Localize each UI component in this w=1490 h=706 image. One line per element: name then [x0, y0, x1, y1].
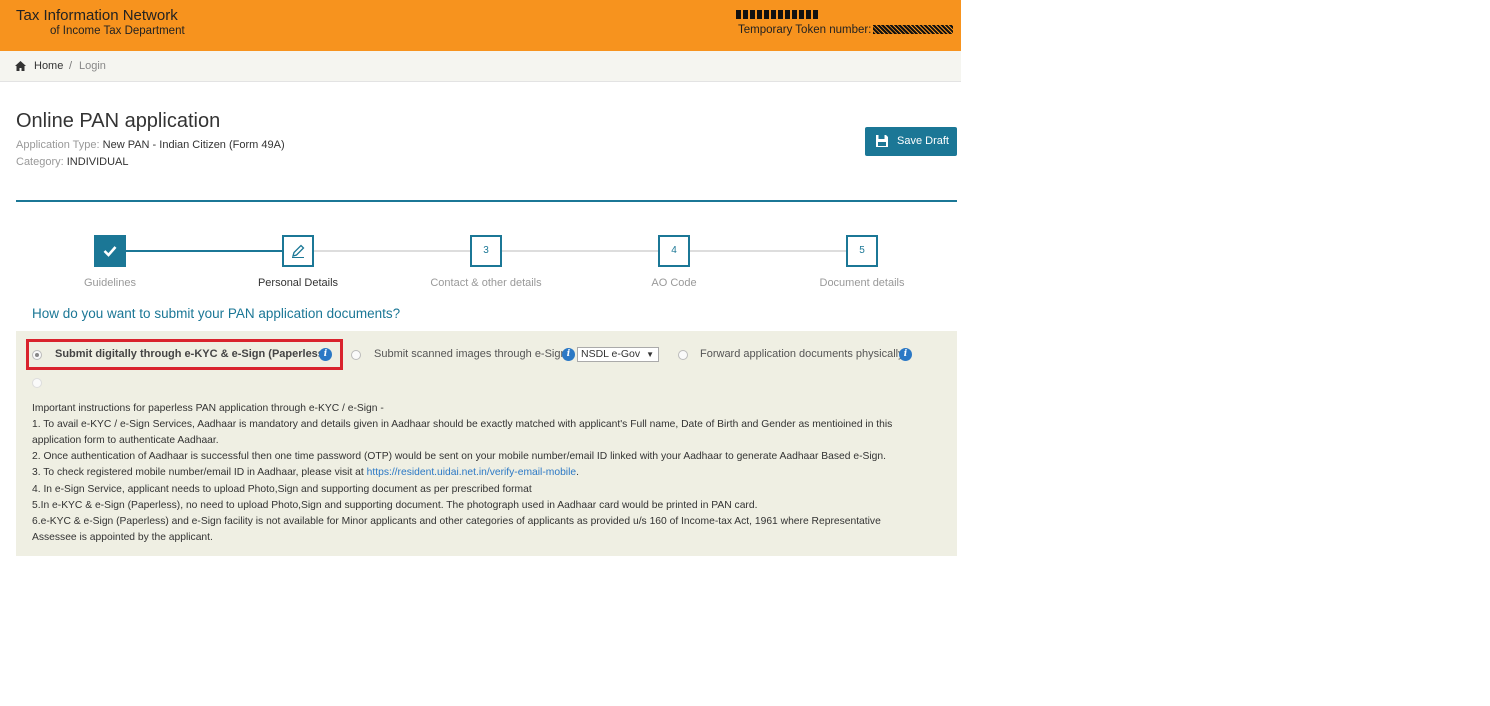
- esign-provider-value: NSDL e-Gov: [581, 348, 641, 360]
- application-type-label: Application Type:: [16, 139, 103, 151]
- instruction-line: application form to authenticate Aadhaar…: [32, 435, 219, 446]
- step-connector: [690, 250, 846, 252]
- site-header: Tax Information Network of Income Tax De…: [0, 0, 961, 51]
- category-value: INDIVIDUAL: [66, 156, 129, 168]
- pencil-icon: [292, 244, 305, 258]
- instruction-line: 6.e-KYC & e-Sign (Paperless) and e-Sign …: [32, 516, 881, 527]
- physical-forward-radio[interactable]: [678, 350, 688, 360]
- step-4-ao-code[interactable]: 4: [658, 235, 690, 267]
- save-draft-label: Save Draft: [897, 135, 949, 147]
- instruction-line: 2. Once authentication of Aadhaar is suc…: [32, 451, 886, 462]
- breadcrumb-current: Login: [79, 60, 106, 72]
- section-divider: [16, 200, 957, 202]
- info-icon[interactable]: i: [319, 348, 332, 361]
- step-3-contact[interactable]: 3: [470, 235, 502, 267]
- caret-down-icon: ▼: [646, 350, 654, 359]
- physical-forward-option-label[interactable]: Forward application documents physically: [700, 348, 904, 360]
- token-number: Temporary Token number:: [738, 24, 954, 36]
- checkmark-icon: [103, 246, 117, 257]
- esign-provider-select[interactable]: NSDL e-Gov ▼: [577, 347, 659, 362]
- category: Category: INDIVIDUAL: [16, 156, 129, 168]
- page-frame: Tax Information Network of Income Tax De…: [0, 0, 961, 706]
- step-connector: [314, 250, 470, 252]
- step-connector: [502, 250, 658, 252]
- application-type: Application Type: New PAN - Indian Citiz…: [16, 139, 285, 151]
- step-label: Contact & other details: [430, 277, 542, 289]
- step-1-guidelines[interactable]: [94, 235, 126, 267]
- instruction-line: 1. To avail e-KYC / e-Sign Services, Aad…: [32, 419, 893, 430]
- redacted-token: [873, 25, 954, 35]
- save-draft-button[interactable]: Save Draft: [865, 127, 957, 156]
- breadcrumb-home-link[interactable]: Home: [34, 60, 63, 72]
- breadcrumb-separator: /: [69, 60, 73, 72]
- instruction-text: .: [576, 467, 579, 478]
- extra-radio[interactable]: [32, 378, 42, 388]
- info-icon[interactable]: i: [562, 348, 575, 361]
- ekyc-esign-radio[interactable]: [32, 350, 42, 360]
- uidai-verify-link[interactable]: https://resident.uidai.net.in/verify-ema…: [367, 467, 576, 478]
- step-label: AO Code: [651, 277, 697, 289]
- instruction-line: 3. To check registered mobile number/ema…: [32, 467, 579, 478]
- submission-question: How do you want to submit your PAN appli…: [32, 306, 401, 321]
- info-icon[interactable]: i: [899, 348, 912, 361]
- instructions-heading: Important instructions for paperless PAN…: [32, 403, 384, 414]
- home-icon[interactable]: [15, 61, 26, 71]
- step-connector-done: [126, 250, 282, 252]
- step-2-personal-details[interactable]: [282, 235, 314, 267]
- breadcrumb: Home / Login: [0, 51, 961, 82]
- scanned-esign-radio[interactable]: [351, 350, 361, 360]
- redacted-bar: [736, 10, 818, 19]
- floppy-disk-icon: [876, 135, 888, 147]
- step-label: Personal Details: [257, 277, 339, 289]
- step-5-documents[interactable]: 5: [846, 235, 878, 267]
- instruction-line: 4. In e-Sign Service, applicant needs to…: [32, 484, 532, 495]
- category-label: Category:: [16, 156, 67, 168]
- instruction-line: Assessee is appointed by the applicant.: [32, 532, 213, 543]
- scanned-esign-option-label[interactable]: Submit scanned images through e-Sign: [374, 348, 567, 360]
- ekyc-esign-option-label[interactable]: Submit digitally through e-KYC & e-Sign …: [55, 348, 328, 360]
- page-title: Online PAN application: [16, 110, 221, 132]
- brand-subtitle: of Income Tax Department: [50, 25, 185, 37]
- brand-title: Tax Information Network: [16, 7, 178, 24]
- step-label: Document details: [819, 277, 905, 289]
- step-label: Guidelines: [84, 277, 136, 289]
- instruction-line: 5.In e-KYC & e-Sign (Paperless), no need…: [32, 500, 758, 511]
- token-label: Temporary Token number:: [738, 24, 872, 36]
- instruction-text: 3. To check registered mobile number/ema…: [32, 467, 367, 478]
- application-type-value: New PAN - Indian Citizen (Form 49A): [102, 139, 285, 151]
